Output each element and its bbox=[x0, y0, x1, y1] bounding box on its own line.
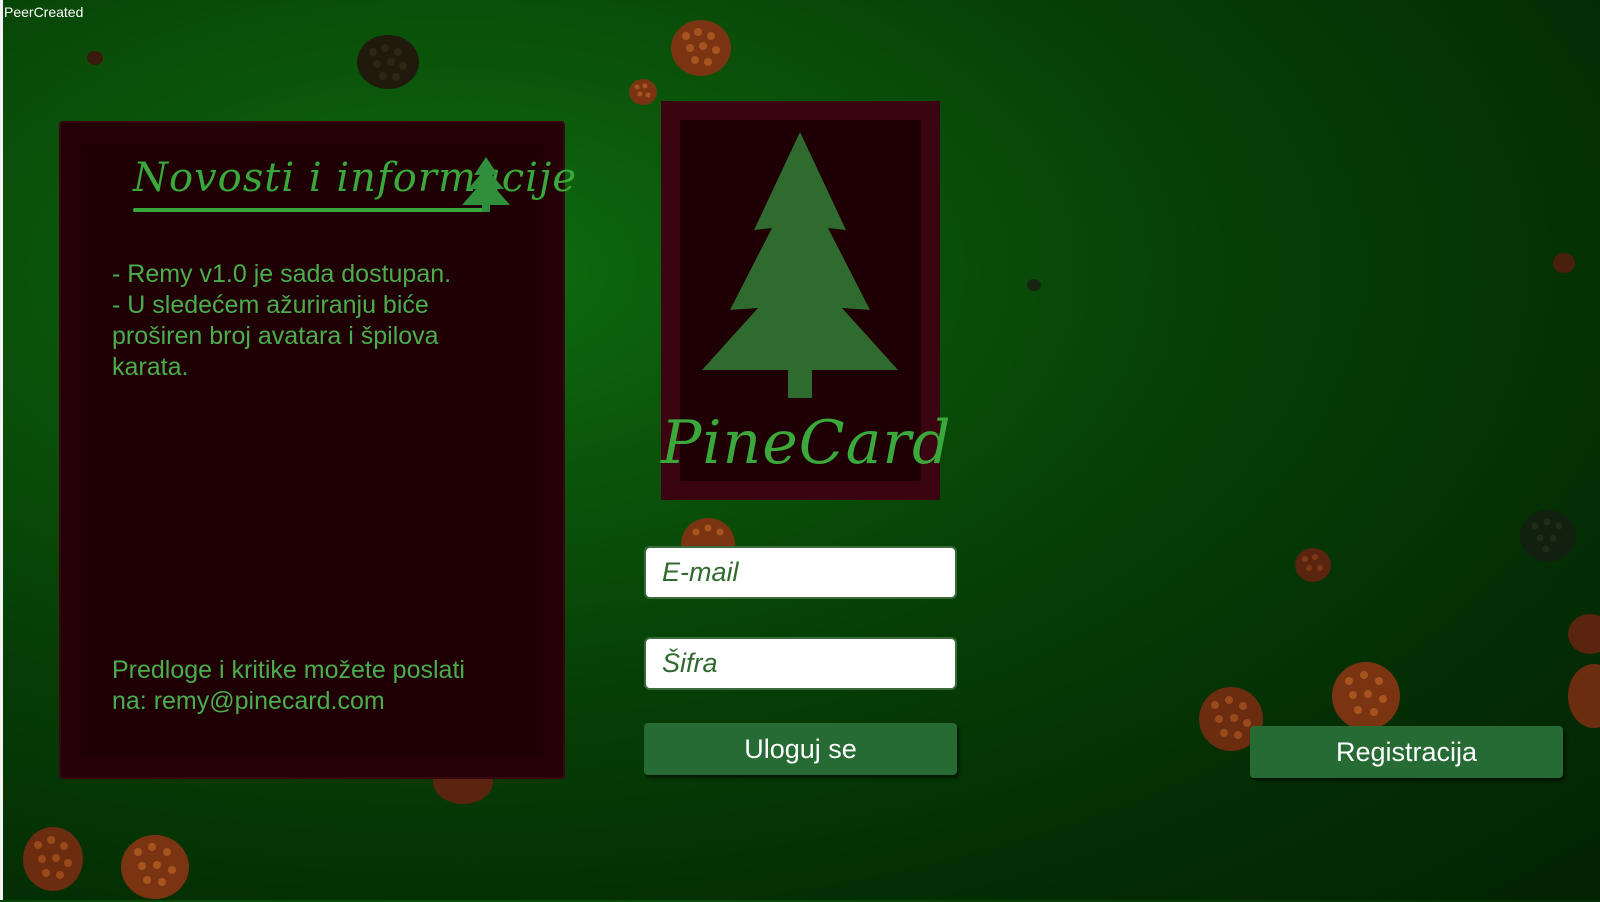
pinecone-icon bbox=[1027, 279, 1041, 291]
pinecone-icon bbox=[357, 35, 419, 89]
pine-tree-icon bbox=[702, 132, 898, 398]
pinecone-icon bbox=[681, 518, 735, 546]
window-title: PeerCreated bbox=[4, 4, 84, 20]
window-edge bbox=[0, 0, 3, 900]
register-button[interactable]: Registracija bbox=[1250, 726, 1563, 778]
email-field[interactable] bbox=[644, 546, 957, 599]
pinecone-icon bbox=[671, 20, 731, 76]
pinecone-icon bbox=[23, 827, 83, 891]
news-body: - Remy v1.0 je sada dostupan. - U sledeć… bbox=[112, 260, 452, 381]
pinecone-icon bbox=[1520, 510, 1576, 562]
pinecone-icon bbox=[1553, 253, 1575, 273]
logo-text: PineCard bbox=[661, 408, 952, 478]
pinecone-icon bbox=[1568, 664, 1600, 728]
login-button[interactable]: Uloguj se bbox=[644, 723, 957, 775]
password-field[interactable] bbox=[644, 637, 957, 690]
pinecone-icon bbox=[1295, 548, 1331, 582]
pinecone-icon bbox=[1568, 614, 1600, 654]
pinecone-icon bbox=[121, 835, 189, 899]
news-footer: Predloge i kritike možete poslati na: re… bbox=[112, 656, 465, 715]
pinecone-icon bbox=[629, 79, 657, 105]
pinecone-icon bbox=[87, 51, 103, 65]
news-title-underline bbox=[133, 208, 485, 212]
pine-tree-icon bbox=[462, 157, 510, 212]
pinecone-icon bbox=[1332, 662, 1400, 730]
